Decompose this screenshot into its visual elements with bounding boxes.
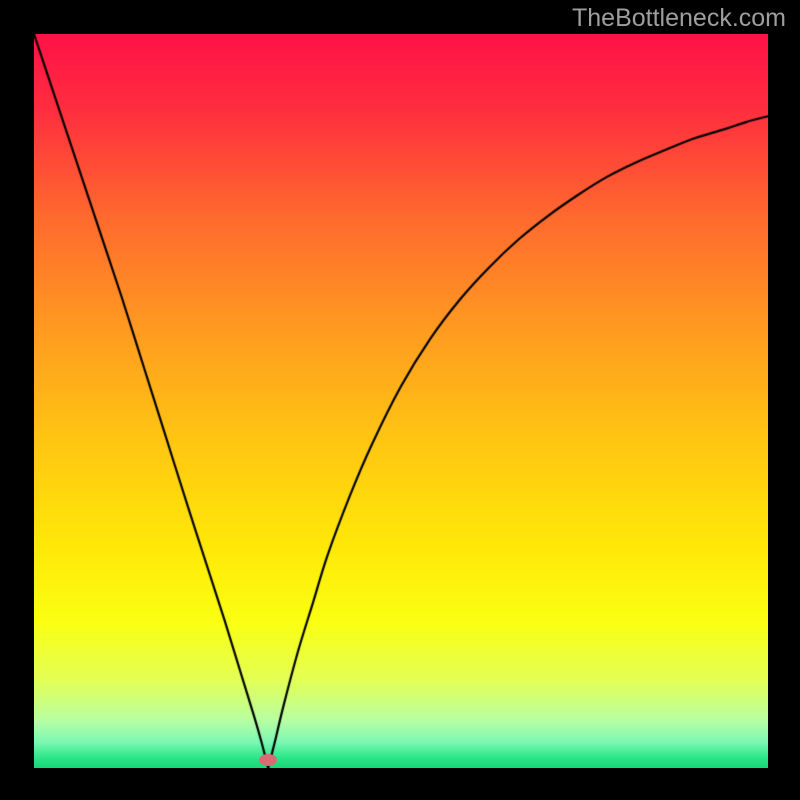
- chart-stage: TheBottleneck.com: [0, 0, 800, 800]
- plot-area: [34, 34, 768, 768]
- bottleneck-curve: [34, 34, 768, 768]
- watermark-text: TheBottleneck.com: [572, 4, 786, 33]
- minimum-marker: [259, 754, 277, 766]
